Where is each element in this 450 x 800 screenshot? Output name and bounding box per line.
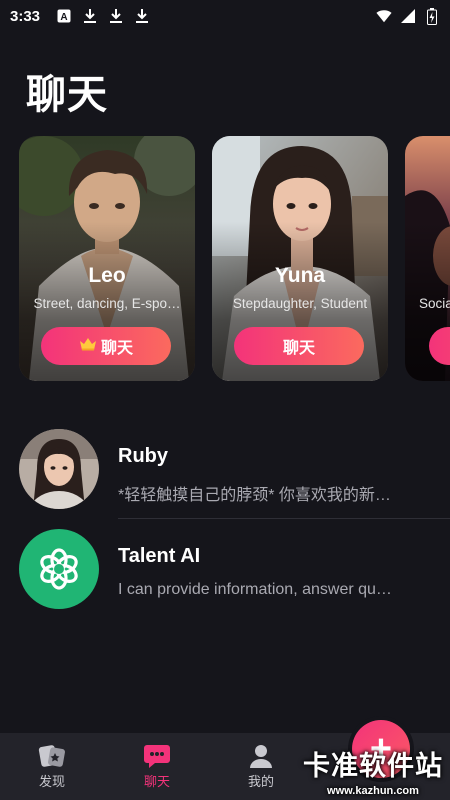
character-carousel[interactable]: Leo Street, dancing, E-spo… 聊天 Yuna Step… [0,136,450,382]
card-name: Leo [88,264,126,287]
character-card-yuna[interactable]: Yuna Stepdaughter, Student 聊天 [212,136,388,381]
crown-icon [79,337,97,356]
chat-button-label: 聊天 [282,340,315,357]
download-icon [108,8,124,24]
character-card-partial[interactable]: Socia [405,136,450,381]
download-icon [134,8,150,24]
avatar [19,429,99,509]
nav-label: 聊天 [143,774,170,789]
watermark: 卡准软件站 www.kazhun.com [296,744,450,797]
status-time: 3:33 [10,7,41,25]
chat-name: Talent AI [118,545,201,567]
discover-icon [22,741,82,771]
card-description: Street, dancing, E-spo… [33,296,181,311]
download-icon [82,8,98,24]
chat-button-label: 聊天 [100,340,133,357]
status-bar: 3:33 A [0,0,450,32]
chat-button[interactable]: 聊天 [41,327,171,365]
openai-logo-icon [19,529,99,609]
watermark-url: www.kazhun.com [327,785,419,797]
divider [118,518,450,519]
card-description: Socia [419,296,450,311]
watermark-title: 卡准软件站 [303,751,443,781]
battery-icon [424,7,440,25]
signal-icon [400,8,416,24]
wifi-icon [376,8,392,24]
chat-preview: *轻轻触摸自己的脖颈* 你喜欢我的新… [118,487,391,504]
profile-icon [231,741,291,771]
chat-bubble-icon [127,741,187,771]
nav-item-chat[interactable]: 聊天 [127,741,187,790]
chat-button[interactable]: 聊天 [234,327,364,365]
app-a-icon: A [56,8,72,24]
svg-text:A: A [60,12,67,23]
chat-list-item-ruby[interactable]: Ruby *轻轻触摸自己的脖颈* 你喜欢我的新… [0,421,450,517]
nav-item-discover[interactable]: 发现 [22,741,82,790]
page-title: 聊天 [26,73,108,117]
chat-list-item-talent-ai[interactable]: Talent AI I can provide information, ans… [0,521,450,617]
chat-name: Ruby [118,445,168,467]
nav-item-profile[interactable]: 我的 [231,741,291,790]
card-description: Stepdaughter, Student [232,296,368,311]
nav-label: 发现 [38,774,65,789]
chat-preview: I can provide information, answer qu… [118,581,392,598]
character-card-leo[interactable]: Leo Street, dancing, E-spo… 聊天 [19,136,195,381]
nav-label: 我的 [247,774,274,789]
card-name: Yuna [274,264,326,287]
